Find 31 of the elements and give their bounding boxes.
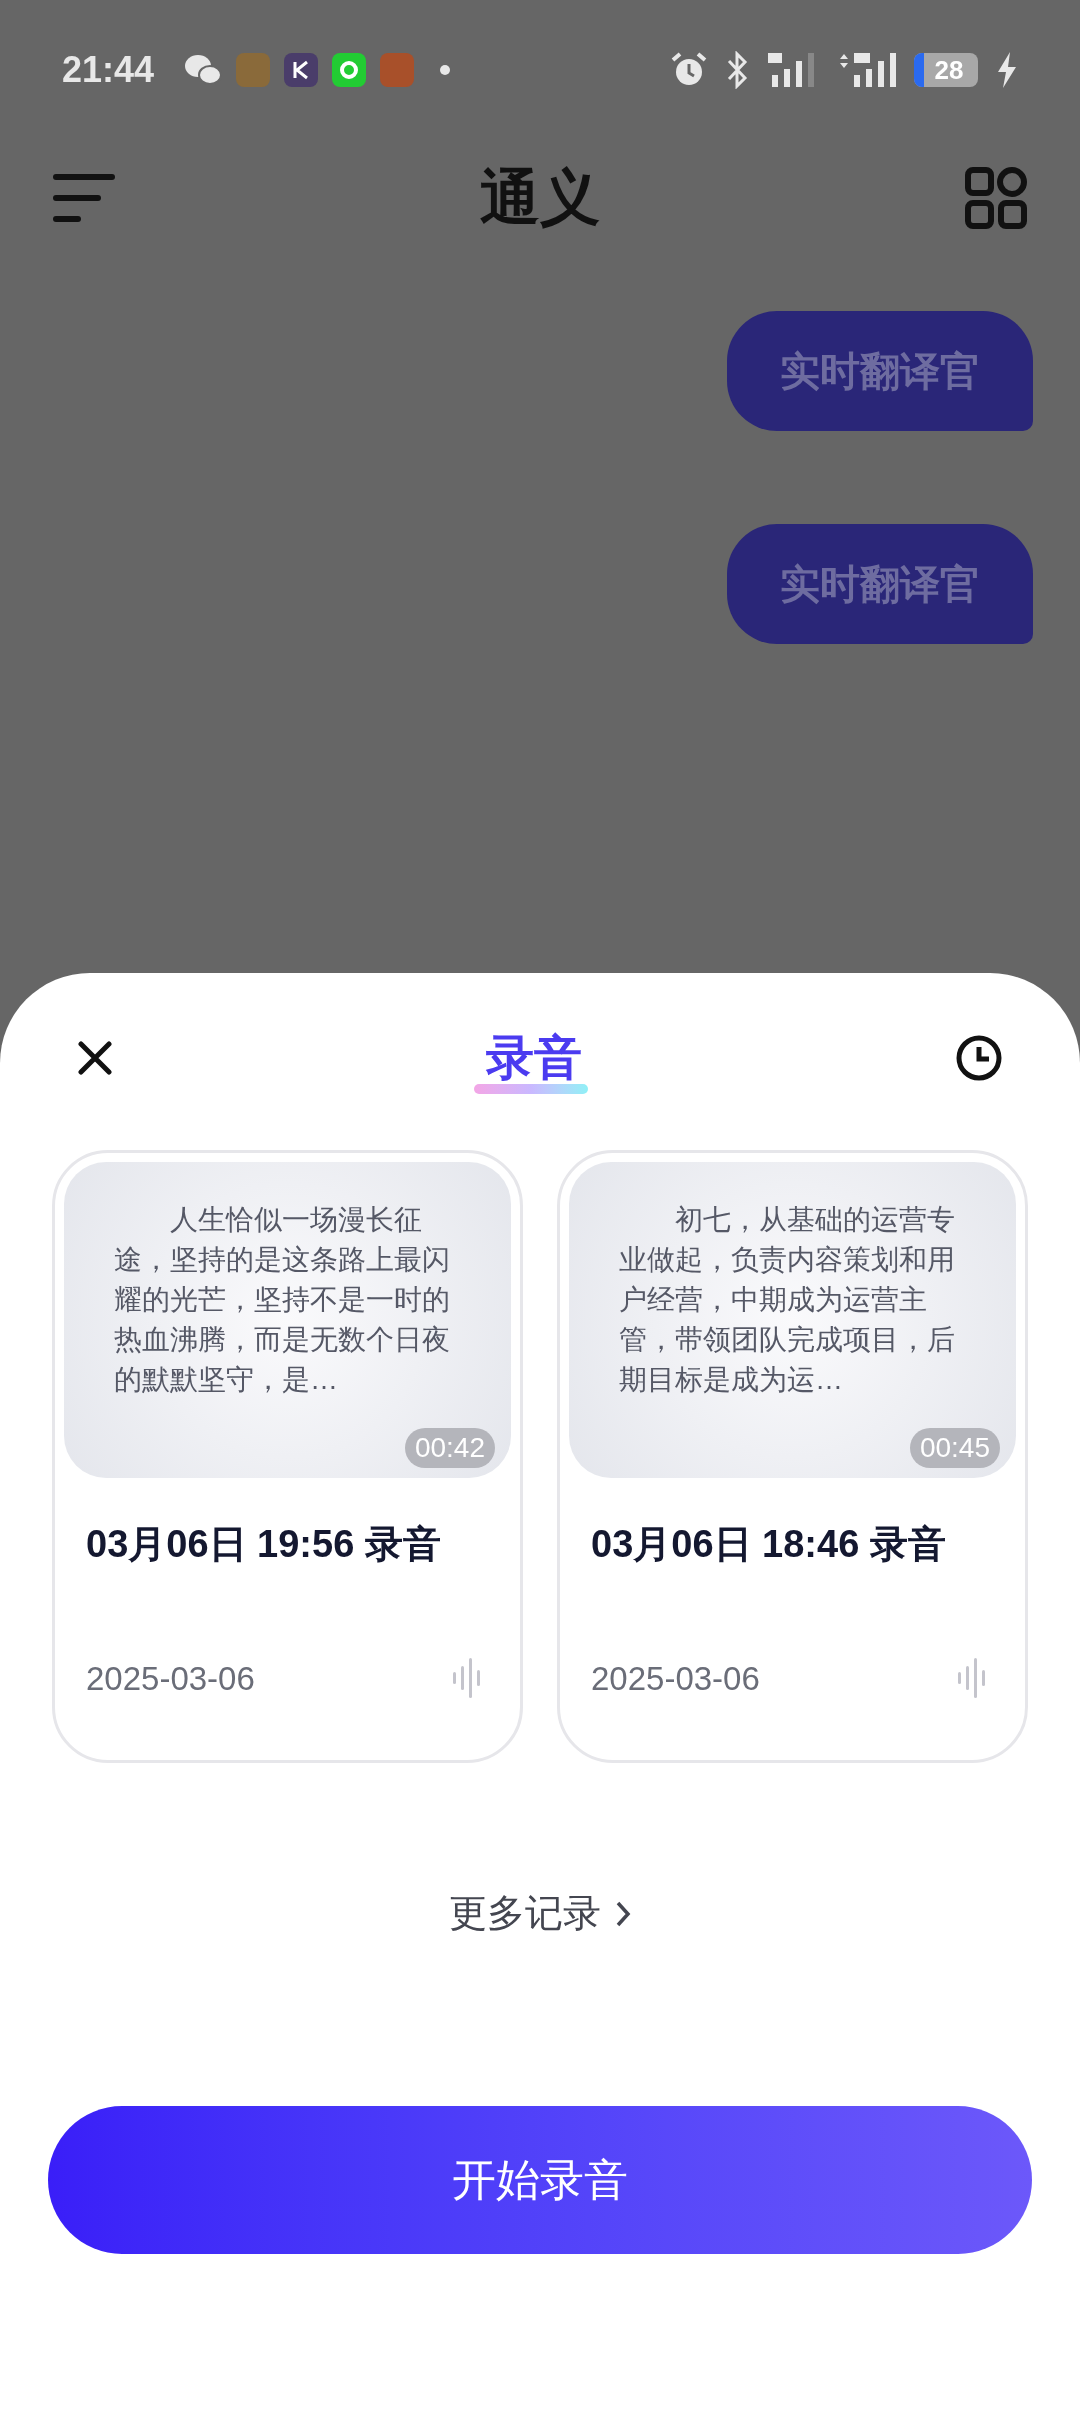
recording-card[interactable]: 人生恰似一场漫长征途，坚持的是这条路上最闪耀的光芒，坚持不是一时的热血沸腾，而是无数个日夜的默默坚守，是… 00:42 03月06日 19:56 录音 2025-03-06	[52, 1150, 523, 1763]
app-title: 通义	[480, 162, 600, 233]
transcript-preview: 人生恰似一场漫长征途，坚持的是这条路上最闪耀的光芒，坚持不是一时的热血沸腾，而是无数个日夜的默默坚守，是…	[114, 1203, 451, 1397]
menu-icon[interactable]	[53, 171, 115, 224]
app-icon	[236, 53, 271, 87]
recording-date: 2025-03-06	[86, 1658, 255, 1699]
recording-date: 2025-03-06	[591, 1658, 760, 1699]
app-icon	[380, 53, 415, 87]
clock-icon[interactable]	[956, 1035, 1002, 1081]
duration-badge: 00:42	[404, 1428, 495, 1468]
grid-icon[interactable]	[965, 166, 1027, 229]
sheet-title: 录音	[486, 1034, 582, 1082]
recording-card[interactable]: 初七，从基础的运营专业做起，负责内容策划和用户经营，中期成为运营主管，带领团队完成项目，后期目标是成为运… 00:45 03月06日 18:46 录音 2025-03-06	[557, 1150, 1028, 1763]
start-recording-button[interactable]: 开始录音	[48, 2106, 1032, 2254]
more-records-link[interactable]: 更多记录	[449, 1885, 631, 1942]
message-bubble: 实时翻译官	[727, 524, 1033, 644]
waveform-icon	[958, 1658, 986, 1699]
duration-badge: 00:45	[909, 1428, 1000, 1468]
battery-indicator: 28	[914, 53, 978, 87]
close-icon[interactable]	[78, 1041, 112, 1075]
message-bubble: 实时翻译官	[727, 311, 1033, 431]
waveform-icon	[453, 1658, 481, 1699]
recording-title: 03月06日 18:46 录音	[590, 1522, 947, 1567]
bluetooth-icon	[726, 51, 748, 89]
recording-title: 03月06日 19:56 录音	[85, 1522, 442, 1567]
status-time: 21:44	[62, 48, 155, 92]
app-icon	[332, 53, 367, 87]
chevron-right-icon	[615, 1899, 631, 1928]
charging-icon	[996, 52, 1018, 88]
transcript-preview: 初七，从基础的运营专业做起，负责内容策划和用户经营，中期成为运营主管，带领团队完成项目，后期目标是成为运…	[619, 1203, 956, 1397]
app-icon	[284, 53, 319, 87]
